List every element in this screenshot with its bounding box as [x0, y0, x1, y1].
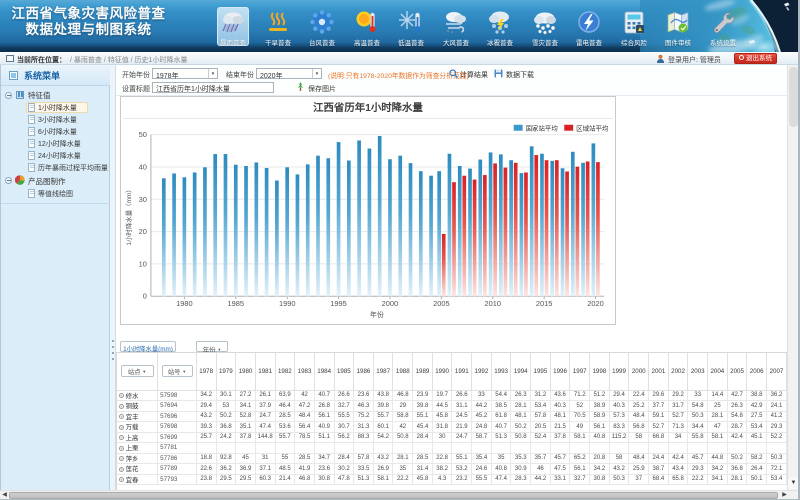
svg-text:40: 40	[139, 162, 147, 171]
svg-text:30: 30	[139, 195, 147, 204]
svg-text:年份: 年份	[370, 310, 384, 319]
svg-text:1995: 1995	[330, 299, 347, 308]
svg-text:2020: 2020	[587, 299, 604, 308]
svg-text:10: 10	[139, 259, 147, 268]
svg-text:2000: 2000	[382, 299, 399, 308]
svg-text:1985: 1985	[228, 299, 245, 308]
svg-text:2010: 2010	[485, 299, 502, 308]
svg-text:国家站平均: 国家站平均	[526, 124, 558, 133]
svg-text:区域站平均: 区域站平均	[576, 124, 608, 133]
svg-text:50: 50	[139, 130, 147, 139]
svg-text:1980: 1980	[176, 299, 193, 308]
svg-text:江西省历年1小时降水量: 江西省历年1小时降水量	[313, 101, 423, 114]
svg-text:0: 0	[143, 292, 147, 301]
svg-text:20: 20	[139, 227, 147, 236]
svg-text:1小时降水量（mm）: 1小时降水量（mm）	[124, 186, 133, 245]
svg-text:2015: 2015	[536, 299, 553, 308]
svg-text:2005: 2005	[433, 299, 450, 308]
svg-text:1990: 1990	[279, 299, 296, 308]
